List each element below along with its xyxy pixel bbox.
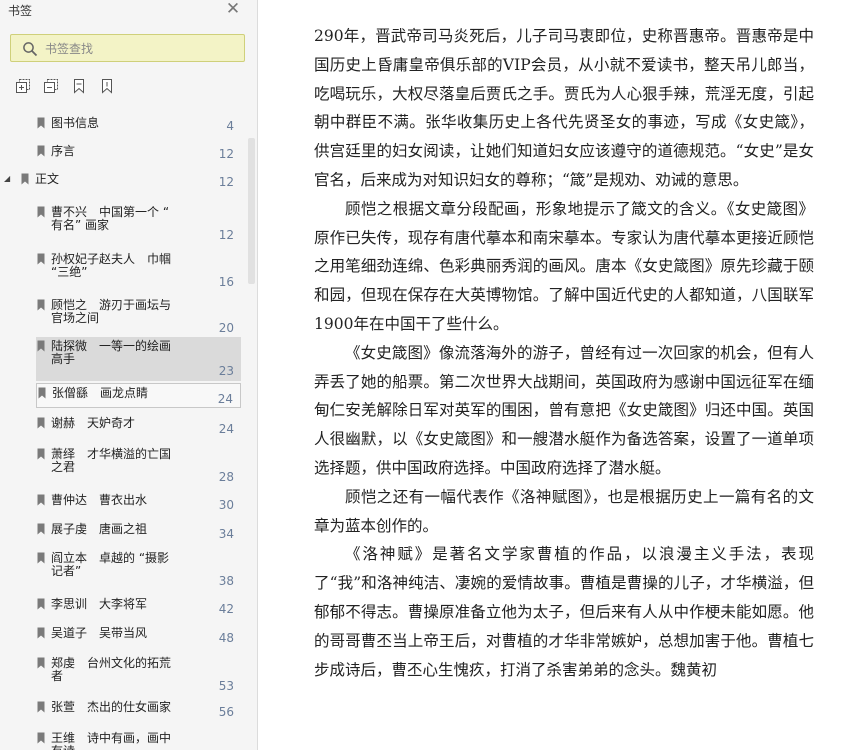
page-text: 290年，晋武帝司马炎死后，儿子司马衷即位，史称晋惠帝。晋惠帝是中国历史上昏庸皇…: [314, 22, 814, 684]
bookmark-search-input[interactable]: [45, 39, 235, 58]
bookmark-label: 吴道子 吴带当风: [51, 626, 148, 640]
paragraph: 290年，晋武帝司马炎死后，儿子司马衷即位，史称晋惠帝。晋惠帝是中国历史上昏庸皇…: [314, 27, 814, 189]
bookmark-label: 曹仲达 曹衣出水: [51, 493, 148, 507]
bookmark-icon[interactable]: [71, 78, 87, 94]
expand-all-bookmarks-icon[interactable]: [15, 78, 31, 94]
bookmark-page-number: 12: [218, 175, 234, 189]
bookmark-ribbon-icon: [37, 299, 45, 311]
bookmarks-panel-title: 书签: [8, 4, 33, 18]
bookmarks-panel-header: 书签 ✕: [0, 0, 257, 22]
bookmark-ribbon-icon: [37, 552, 45, 564]
bookmark-label: 阎立本 卓越的 “摄影 记者”: [51, 551, 170, 578]
bookmark-list-scrollbar[interactable]: [246, 108, 256, 750]
bookmark-item[interactable]: 张僧繇 画龙点睛 24: [36, 383, 241, 408]
bookmark-label: 王维 诗中有画，画中 有诗: [51, 731, 172, 750]
bookmark-label: 陆探微 一等一的绘画 高手: [51, 339, 172, 366]
bookmark-label: 张僧繇 画龙点睛: [52, 386, 149, 400]
bookmark-item[interactable]: 陆探微 一等一的绘画 高手 23: [36, 337, 241, 381]
paragraph: 《洛神赋》是著名文学家曹植的作品，以浪漫主义手法，表现了“我”和洛神纯洁、凄婉的…: [314, 545, 814, 679]
bookmark-page-number: 34: [218, 527, 234, 541]
bookmark-ribbon-icon: [37, 206, 45, 218]
bookmark-ribbon-icon: [37, 701, 45, 713]
bookmark-item[interactable]: 顾恺之 游刃于画坛与 官场之间 20: [0, 296, 241, 338]
bookmark-ribbon-icon: [37, 145, 45, 157]
bookmark-ribbon-icon: [37, 448, 45, 460]
bookmark-label: 李思训 大李将军: [51, 597, 148, 611]
bookmark-item[interactable]: 张萱 杰出的仕女画家 56: [0, 698, 241, 722]
bookmark-ribbon-icon: [37, 732, 45, 744]
add-bookmark-icon[interactable]: [99, 78, 115, 94]
bookmark-label: 张萱 杰出的仕女画家: [51, 700, 172, 714]
bookmark-page-number: 38: [218, 574, 234, 588]
bookmark-ribbon-icon: [37, 657, 45, 669]
bookmark-search-box[interactable]: [10, 34, 245, 62]
bookmark-item[interactable]: 萧绎 才华横溢的亡国 之君 28: [0, 445, 241, 487]
bookmark-page-number: 56: [218, 705, 234, 719]
close-icon[interactable]: ✕: [225, 1, 241, 18]
bookmark-label: 郑虔 台州文化的拓荒 者: [51, 656, 172, 683]
bookmark-label: 序言: [51, 144, 76, 158]
bookmark-page-number: 53: [218, 679, 234, 693]
bookmark-item[interactable]: 阎立本 卓越的 “摄影 记者” 38: [0, 549, 241, 591]
bookmark-page-number: 16: [218, 275, 234, 289]
bookmark-item[interactable]: 展子虔 唐画之祖 34: [0, 520, 241, 544]
bookmark-label: 图书信息: [51, 116, 100, 130]
collapse-all-bookmarks-icon[interactable]: [43, 78, 59, 94]
bookmark-ribbon-icon: [37, 117, 45, 129]
bookmark-item[interactable]: 郑虔 台州文化的拓荒 者 53: [0, 654, 241, 696]
bookmark-item[interactable]: 孙权妃子赵夫人 巾帼 “三绝” 16: [0, 250, 241, 292]
bookmark-ribbon-icon: [37, 340, 45, 352]
bookmark-page-number: 30: [218, 498, 234, 512]
bookmark-ribbon-icon: [37, 417, 45, 429]
document-page: 290年，晋武帝司马炎死后，儿子司马衷即位，史称晋惠帝。晋惠帝是中国历史上昏庸皇…: [259, 0, 855, 750]
bookmark-label: 孙权妃子赵夫人 巾帼 “三绝”: [51, 252, 172, 279]
bookmark-ribbon-icon: [37, 253, 45, 265]
bookmark-label: 顾恺之 游刃于画坛与 官场之间: [51, 298, 172, 325]
paragraph: 顾恺之还有一幅代表作《洛神赋图》，也是根据历史上一篇有名的文章为蓝本创作的。: [314, 487, 814, 535]
bookmark-ribbon-icon: [37, 494, 45, 506]
bookmark-item[interactable]: 李思训 大李将军 42: [0, 595, 241, 619]
bookmark-page-number: 24: [217, 392, 233, 406]
bookmark-item[interactable]: 王维 诗中有画，画中 有诗: [0, 729, 241, 750]
bookmark-item[interactable]: 吴道子 吴带当风 48: [0, 624, 241, 648]
bookmark-label: 萧绎 才华横溢的亡国 之君: [51, 447, 172, 474]
bookmark-page-number: 12: [218, 147, 234, 161]
bookmark-list: 图书信息 4 序言 12 ◢ 正文 12 曹不兴 中国第一个 “ 有名” 画家 12 孙权妃子赵夫…: [0, 108, 246, 750]
bookmark-label: 正文: [35, 172, 60, 186]
bookmark-item[interactable]: ◢ 正文 12: [0, 170, 241, 192]
bookmark-item[interactable]: 序言 12: [0, 142, 241, 164]
bookmark-page-number: 4: [226, 119, 234, 133]
bookmark-label: 展子虔 唐画之祖: [51, 522, 148, 536]
bookmark-page-number: 12: [218, 228, 234, 242]
scrollbar-thumb[interactable]: [248, 138, 255, 284]
bookmark-label: 曹不兴 中国第一个 “ 有名” 画家: [51, 205, 170, 232]
bookmark-page-number: 48: [218, 631, 234, 645]
bookmark-toolbar: [0, 78, 257, 96]
bookmark-item[interactable]: 图书信息 4: [0, 114, 241, 136]
bookmark-ribbon-icon: [38, 387, 46, 399]
paragraph: 顾恺之根据文章分段配画，形象地提示了箴文的含义。《女史箴图》原作已失传，现存有唐…: [314, 199, 814, 333]
bookmark-item[interactable]: 曹仲达 曹衣出水 30: [0, 491, 241, 515]
bookmark-page-number: 28: [218, 470, 234, 484]
search-icon: [23, 42, 38, 57]
bookmark-page-number: 42: [218, 602, 234, 616]
bookmark-item[interactable]: 曹不兴 中国第一个 “ 有名” 画家 12: [0, 203, 241, 245]
bookmark-ribbon-icon: [37, 523, 45, 535]
bookmark-page-number: 20: [218, 321, 234, 335]
bookmark-ribbon-icon: [21, 173, 29, 185]
bookmark-page-number: 23: [218, 364, 234, 378]
bookmark-page-number: 24: [218, 422, 234, 436]
bookmarks-panel: 书签 ✕ 图书信息4序言12◢正文12曹不兴 中国第一个 “: [0, 0, 258, 750]
bookmark-ribbon-icon: [37, 627, 45, 639]
collapse-arrow-icon[interactable]: ◢: [4, 174, 13, 183]
bookmark-ribbon-icon: [37, 598, 45, 610]
bookmark-label: 谢赫 天妒奇才: [51, 416, 136, 430]
paragraph: 《女史箴图》像流落海外的游子，曾经有过一次回家的机会，但有人弄丢了她的船票。第二…: [314, 343, 814, 477]
bookmark-item[interactable]: 谢赫 天妒奇才 24: [0, 414, 241, 439]
